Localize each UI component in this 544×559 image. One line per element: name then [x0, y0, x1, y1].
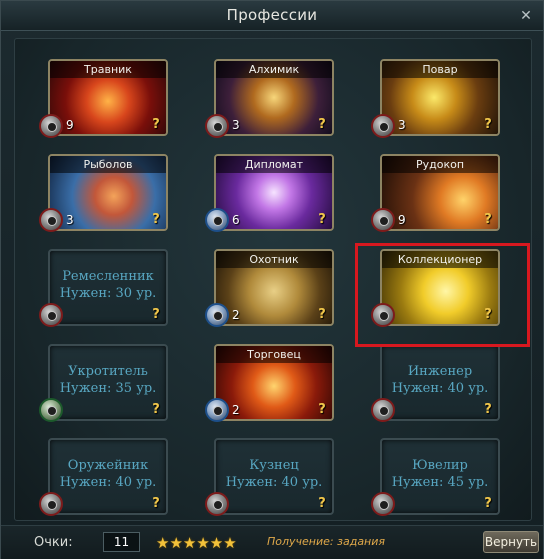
profession-name: Охотник — [216, 251, 332, 268]
profession-card-jeweler[interactable]: Ювелир Нужен: 45 ур. ? — [380, 438, 500, 515]
profession-name: Рудокоп — [382, 156, 498, 173]
profession-level: 2 — [232, 308, 240, 322]
profession-card-alchemist[interactable]: Алхимик 3 ? — [214, 59, 334, 136]
profession-name: Оружейник — [67, 458, 149, 473]
profession-name: Торговец — [216, 346, 332, 363]
profession-level: 9 — [66, 118, 74, 132]
medal-icon — [205, 208, 229, 232]
profession-requirement: Нужен: 40 ур. — [391, 381, 489, 396]
profession-name: Травник — [50, 61, 166, 78]
medal-icon — [371, 114, 395, 138]
help-icon[interactable]: ? — [149, 213, 163, 227]
medal-icon — [39, 303, 63, 327]
profession-card-engineer[interactable]: Инженер Нужен: 40 ур. ? — [380, 344, 500, 421]
help-icon[interactable]: ? — [481, 497, 495, 511]
profession-name: Инженер — [407, 364, 473, 379]
medal-icon — [205, 398, 229, 422]
profession-name: Повар — [382, 61, 498, 78]
help-icon[interactable]: ? — [481, 213, 495, 227]
title-bar: Профессии ✕ — [1, 1, 543, 31]
help-icon[interactable]: ? — [149, 308, 163, 322]
medal-icon — [205, 114, 229, 138]
profession-name: Рыболов — [50, 156, 166, 173]
help-icon[interactable]: ? — [149, 118, 163, 132]
medal-icon — [371, 398, 395, 422]
profession-level: 3 — [66, 213, 74, 227]
profession-name: Дипломат — [216, 156, 332, 173]
profession-requirement: Нужен: 40 ур. — [59, 475, 157, 490]
medal-icon — [371, 208, 395, 232]
professions-window: Профессии ✕ Травник 9 ? Алхимик 3 ? Пова… — [0, 0, 544, 559]
window-title: Профессии — [226, 6, 318, 24]
profession-name: Алхимик — [216, 61, 332, 78]
help-icon[interactable]: ? — [315, 118, 329, 132]
help-icon[interactable]: ? — [315, 213, 329, 227]
profession-name: Кузнец — [249, 458, 299, 473]
medal-icon — [39, 114, 63, 138]
profession-card-herbalist[interactable]: Травник 9 ? — [48, 59, 168, 136]
medal-icon — [205, 492, 229, 516]
profession-card-merchant[interactable]: Торговец 2 ? — [214, 344, 334, 421]
medal-icon — [371, 492, 395, 516]
help-icon[interactable]: ? — [481, 118, 495, 132]
profession-card-fisherman[interactable]: Рыболов 3 ? — [48, 154, 168, 231]
profession-level: 2 — [232, 403, 240, 417]
profession-requirement: Нужен: 30 ур. — [59, 286, 157, 301]
profession-level: 6 — [232, 213, 240, 227]
help-icon[interactable]: ? — [315, 497, 329, 511]
help-icon[interactable]: ? — [481, 403, 495, 417]
profession-card-craftsman[interactable]: Ремесленник Нужен: 30 ур. ? — [48, 249, 168, 326]
profession-card-cook[interactable]: Повар 3 ? — [380, 59, 500, 136]
footer-bar: Очки: 11 ★★★★★★ Получение: задания Верну… — [1, 525, 543, 559]
profession-name: Ремесленник — [62, 269, 154, 284]
help-icon[interactable]: ? — [149, 403, 163, 417]
profession-card-miner[interactable]: Рудокоп 9 ? — [380, 154, 500, 231]
close-icon[interactable]: ✕ — [517, 7, 535, 25]
points-value: 11 — [103, 532, 140, 552]
medal-icon — [39, 492, 63, 516]
profession-level: 3 — [398, 118, 406, 132]
profession-requirement: Нужен: 35 ур. — [59, 381, 157, 396]
bell-icon — [39, 398, 63, 422]
profession-card-gunsmith[interactable]: Оружейник Нужен: 40 ур. ? — [48, 438, 168, 515]
profession-requirement: Нужен: 45 ур. — [391, 475, 489, 490]
star-rating: ★★★★★★ — [156, 533, 238, 552]
medal-icon — [39, 208, 63, 232]
star-icon: ★★★★★★ — [156, 534, 237, 552]
help-icon[interactable]: ? — [315, 308, 329, 322]
help-icon[interactable]: ? — [149, 497, 163, 511]
profession-card-blacksmith[interactable]: Кузнец Нужен: 40 ур. ? — [214, 438, 334, 515]
profession-card-tamer[interactable]: Укротитель Нужен: 35 ур. ? — [48, 344, 168, 421]
points-label: Очки: — [34, 535, 73, 550]
help-icon[interactable]: ? — [315, 403, 329, 417]
profession-level: 3 — [232, 118, 240, 132]
gain-text: Получение: задания — [267, 535, 386, 548]
profession-name: Укротитель — [68, 364, 148, 379]
profession-card-hunter[interactable]: Охотник 2 ? — [214, 249, 334, 326]
selection-highlight — [355, 243, 530, 347]
return-button[interactable]: Вернуть — [483, 531, 539, 553]
medal-icon — [205, 303, 229, 327]
profession-name: Ювелир — [412, 458, 468, 473]
profession-level: 9 — [398, 213, 406, 227]
profession-requirement: Нужен: 40 ур. — [225, 475, 323, 490]
profession-card-diplomat[interactable]: Дипломат 6 ? — [214, 154, 334, 231]
